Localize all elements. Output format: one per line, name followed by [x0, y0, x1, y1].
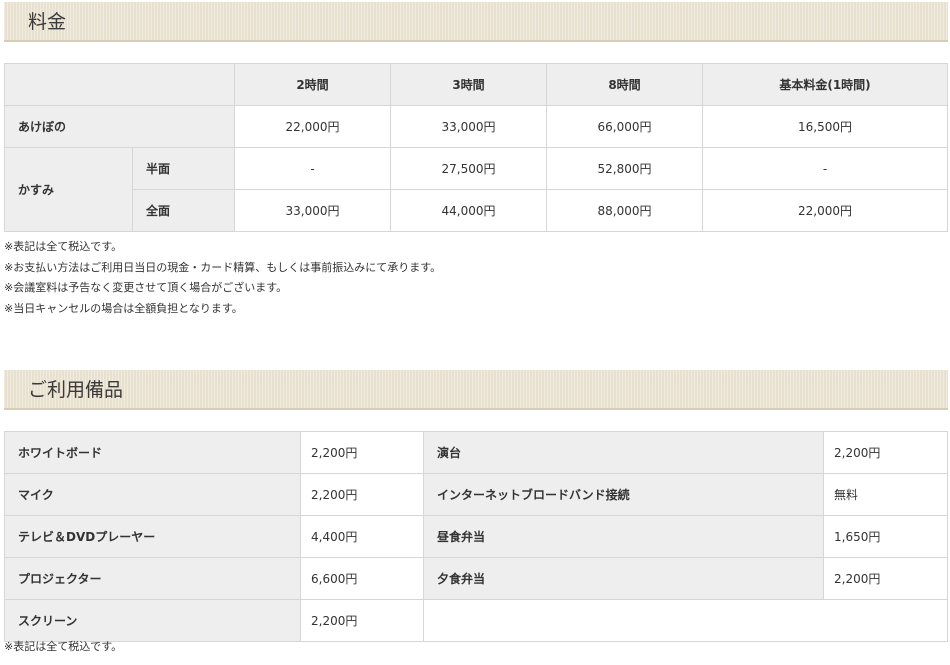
table-row: あけぼの 22,000円 33,000円 66,000円 16,500円: [4, 105, 948, 148]
room-name-kasumi: かすみ: [4, 147, 133, 232]
price-cell: 52,800円: [546, 147, 703, 190]
pricing-header-row: 2時間 3時間 8時間 基本料金(1時間): [4, 63, 948, 106]
equipment-name: ホワイトボード: [4, 431, 301, 474]
note-price-change: ※会議室料は予告なく変更させて頂く場合がございます。: [4, 281, 288, 294]
equipment-name: プロジェクター: [4, 557, 301, 600]
equipment-table: ホワイトボード 2,200円 演台 2,200円 マイク 2,200円 インター…: [4, 431, 948, 642]
equipment-name: インターネットブロードバンド接続: [423, 473, 824, 516]
pricing-table: 2時間 3時間 8時間 基本料金(1時間) あけぼの 22,000円 33,00…: [4, 63, 948, 232]
price-cell: -: [702, 147, 948, 190]
equipment-name: スクリーン: [4, 599, 301, 642]
equipment-price: 2,200円: [823, 557, 948, 600]
table-row: ホワイトボード 2,200円 演台 2,200円: [4, 431, 948, 474]
pricing-corner-cell: [4, 63, 235, 106]
price-cell: 66,000円: [546, 105, 703, 148]
equipment-price: 1,650円: [823, 515, 948, 558]
equipment-price: 2,200円: [300, 473, 424, 516]
equipment-name: マイク: [4, 473, 301, 516]
equipment-price: 2,200円: [300, 431, 424, 474]
equipment-name: 夕食弁当: [423, 557, 824, 600]
table-row: プロジェクター 6,600円 夕食弁当 2,200円: [4, 557, 948, 600]
room-name-akebono: あけぼの: [4, 105, 235, 148]
equipment-price: 無料: [823, 473, 948, 516]
pricing-heading: 料金: [4, 2, 948, 42]
equipment-name: テレビ＆DVDプレーヤー: [4, 515, 301, 558]
kasumi-half-label: 半面: [132, 147, 235, 190]
column-header-base: 基本料金(1時間): [702, 63, 948, 106]
price-cell: 33,000円: [234, 189, 391, 232]
kasumi-full-label: 全面: [132, 189, 235, 232]
note-tax: ※表記は全て税込です。: [4, 240, 123, 253]
equipment-name: 演台: [423, 431, 824, 474]
price-cell: -: [234, 147, 391, 190]
table-row: テレビ＆DVDプレーヤー 4,400円 昼食弁当 1,650円: [4, 515, 948, 558]
column-header-3h: 3時間: [390, 63, 547, 106]
note-payment: ※お支払い方法はご利用日当日の現金・カード精算、もしくは事前振込みにて承ります。: [4, 260, 442, 274]
price-cell: 16,500円: [702, 105, 948, 148]
table-row: スクリーン 2,200円: [4, 599, 948, 642]
equipment-price: 4,400円: [300, 515, 424, 558]
price-cell: 22,000円: [234, 105, 391, 148]
equipment-heading: ご利用備品: [4, 370, 948, 410]
table-row: かすみ 半面 - 27,500円 52,800円 -: [4, 147, 948, 232]
column-header-2h: 2時間: [234, 63, 391, 106]
price-cell: 88,000円: [546, 189, 703, 232]
price-cell: 27,500円: [390, 147, 547, 190]
note-cancellation: ※当日キャンセルの場合は全額負担となります。: [4, 301, 243, 315]
pricing-notes: ※表記は全て税込です。 ※お支払い方法はご利用日当日の現金・カード精算、もしくは…: [4, 237, 441, 319]
price-cell: 33,000円: [390, 105, 547, 148]
equipment-price: 2,200円: [300, 599, 424, 642]
table-row: 全面 33,000円 44,000円 88,000円 22,000円: [5, 189, 948, 232]
equipment-note: ※表記は全て税込です。: [4, 640, 123, 653]
empty-cell: [423, 599, 948, 642]
price-cell: 44,000円: [390, 189, 547, 232]
equipment-name: 昼食弁当: [423, 515, 824, 558]
equipment-price: 2,200円: [823, 431, 948, 474]
equipment-price: 6,600円: [300, 557, 424, 600]
price-cell: 22,000円: [702, 189, 948, 232]
table-row: マイク 2,200円 インターネットブロードバンド接続 無料: [4, 473, 948, 516]
column-header-8h: 8時間: [546, 63, 703, 106]
